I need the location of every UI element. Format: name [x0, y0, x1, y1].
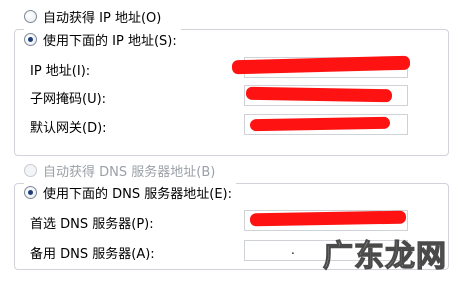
alternate-dns-value: .: [291, 243, 295, 257]
preferred-dns-redaction: [249, 210, 407, 227]
preferred-dns-label: 首选 DNS 服务器(P):: [30, 217, 154, 232]
auto-ip-radio[interactable]: [24, 9, 37, 23]
default-gateway-label: 默认网关(D):: [30, 121, 107, 136]
manual-ip-radio-row[interactable]: 使用下面的 IP 地址(S):: [24, 29, 181, 49]
manual-ip-radio[interactable]: [24, 32, 37, 46]
subnet-mask-redaction: [245, 86, 393, 103]
alternate-dns-label: 备用 DNS 服务器(A):: [30, 247, 155, 262]
ip-address-label: IP 地址(I):: [30, 64, 91, 79]
auto-dns-label: 自动获得 DNS 服务器地址(B): [43, 164, 216, 180]
manual-dns-radio-row[interactable]: 使用下面的 DNS 服务器地址(E):: [24, 182, 236, 202]
auto-dns-radio-row[interactable]: 自动获得 DNS 服务器地址(B): [24, 160, 215, 180]
auto-ip-label: 自动获得 IP 地址(O): [43, 10, 162, 26]
manual-dns-label: 使用下面的 DNS 服务器地址(E):: [43, 186, 232, 202]
manual-dns-radio[interactable]: [24, 185, 37, 199]
auto-dns-radio[interactable]: [24, 163, 37, 177]
default-gateway-redaction: [249, 116, 391, 132]
subnet-mask-label: 子网掩码(U):: [30, 92, 107, 107]
watermark-logo: 广东龙网: [322, 238, 447, 274]
auto-ip-radio-row[interactable]: 自动获得 IP 地址(O): [24, 6, 161, 26]
manual-ip-label: 使用下面的 IP 地址(S):: [43, 33, 177, 49]
